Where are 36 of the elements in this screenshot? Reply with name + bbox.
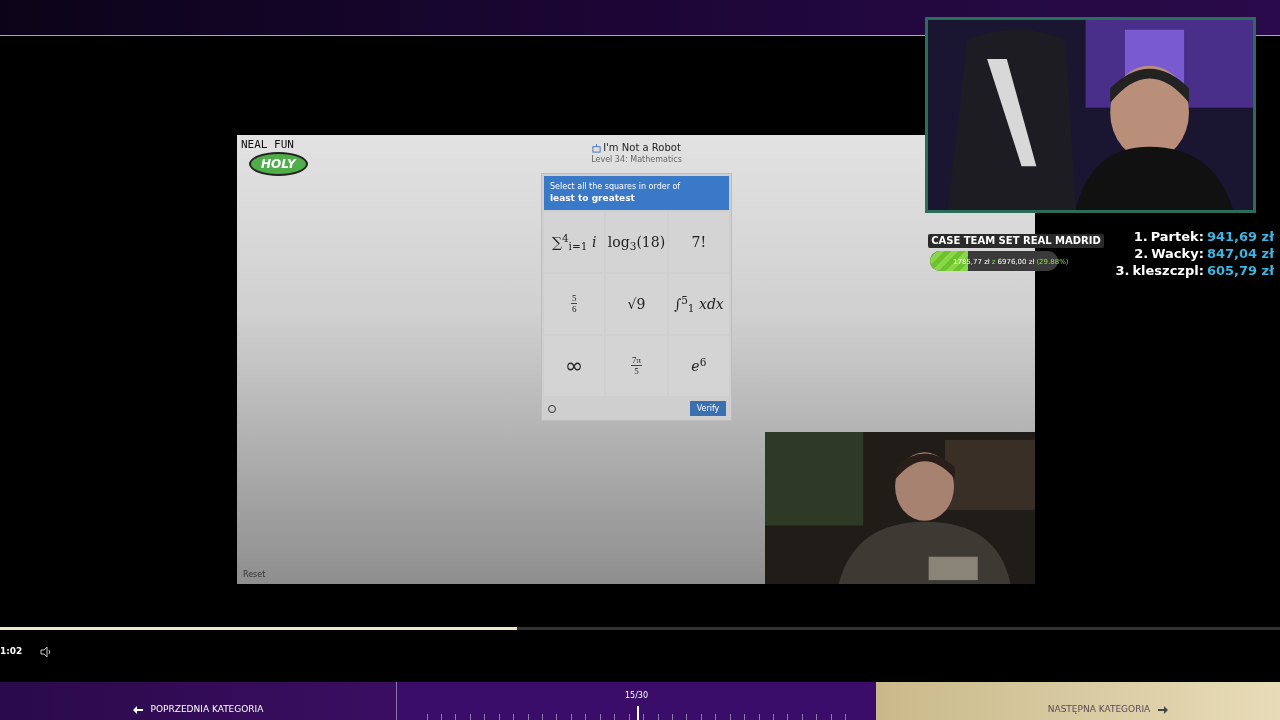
leaderboard-name: kleszczpl: — [1132, 262, 1204, 279]
seek-bar[interactable] — [0, 627, 1280, 630]
math-tile[interactable]: log$_{3}$(18) — [606, 212, 667, 272]
leaderboard-amount: 941,69 zł — [1206, 228, 1274, 245]
captcha-title: I'm Not a Robot — [603, 141, 681, 155]
prompt-goal: least to greatest — [550, 192, 636, 204]
goal-title: CASE TEAM SET REAL MADRID — [928, 234, 1104, 248]
math-tile[interactable]: ∫$^{5}$$_{1}$ xdx — [668, 274, 729, 334]
category-counter: 15/30 — [624, 691, 649, 701]
leaderboard-name: Partek: — [1150, 228, 1204, 245]
volume-icon[interactable] — [40, 645, 53, 658]
math-tile[interactable]: ∑$^{4}$$_{i=1}$ i — [544, 212, 605, 272]
math-tile[interactable]: 7π 5 — [606, 336, 667, 396]
arrow-left-icon — [132, 706, 143, 714]
robot-icon — [592, 143, 602, 153]
math-tile[interactable]: 5 6 — [544, 274, 605, 334]
math-tile[interactable]: ∞ — [544, 336, 605, 396]
leaderboard-amount: 847,04 zł — [1206, 245, 1274, 262]
math-tile[interactable]: e$^{6}$ — [668, 336, 729, 396]
previous-category-button[interactable]: POPRZEDNIA KATEGORIA — [0, 682, 397, 720]
arrow-right-icon — [1158, 706, 1169, 714]
leaderboard-rank: 3. — [1115, 262, 1130, 279]
level-label: Level 34: Mathematics — [591, 155, 682, 165]
verify-button[interactable]: Verify — [690, 401, 726, 416]
time-label: 1:02 — [0, 645, 23, 658]
next-category-button[interactable]: NASTĘPNA KATEGORIA — [876, 682, 1280, 720]
leaderboard-amount: 605,79 zł — [1206, 262, 1274, 279]
leaderboard-name: Wacky: — [1151, 245, 1204, 262]
math-tile[interactable]: √9 — [606, 274, 667, 334]
logo-text: NEAL FUN — [241, 139, 294, 151]
prompt-text: Select all the squares in order of — [550, 182, 682, 192]
leaderboard-rank: 1. — [1133, 228, 1148, 245]
math-tile[interactable]: 7! — [668, 212, 729, 272]
leaderboard-rank: 2. — [1134, 245, 1149, 262]
reset-link[interactable]: Reset — [243, 569, 266, 581]
refresh-icon[interactable] — [547, 403, 557, 414]
